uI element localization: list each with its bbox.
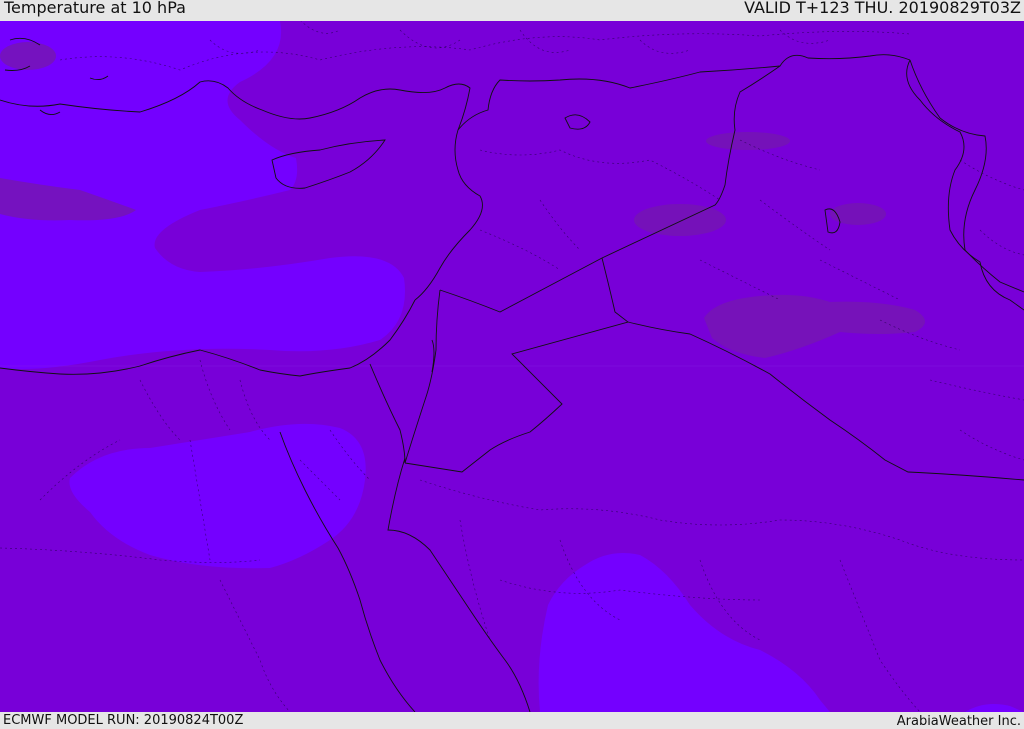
weather-map-frame: Temperature at 10 hPa VALID T+123 THU. 2…: [0, 0, 1024, 729]
warm-patch-syria: [706, 132, 790, 150]
header-bar: Temperature at 10 hPa VALID T+123 THU. 2…: [0, 0, 1024, 21]
credit-label: ArabiaWeather Inc.: [896, 714, 1021, 729]
temperature-map: [0, 21, 1024, 712]
warm-patch-aegean: [0, 42, 56, 70]
footer-bar: ECMWF MODEL RUN: 20190824T00Z ArabiaWeat…: [0, 712, 1024, 729]
model-run-label: ECMWF MODEL RUN: 20190824T00Z: [3, 713, 244, 728]
map-title: Temperature at 10 hPa: [4, 0, 186, 17]
valid-time: VALID T+123 THU. 20190829T03Z: [744, 0, 1021, 17]
warm-patch-iran: [830, 203, 886, 225]
warm-patch-iraq-west: [634, 204, 726, 236]
